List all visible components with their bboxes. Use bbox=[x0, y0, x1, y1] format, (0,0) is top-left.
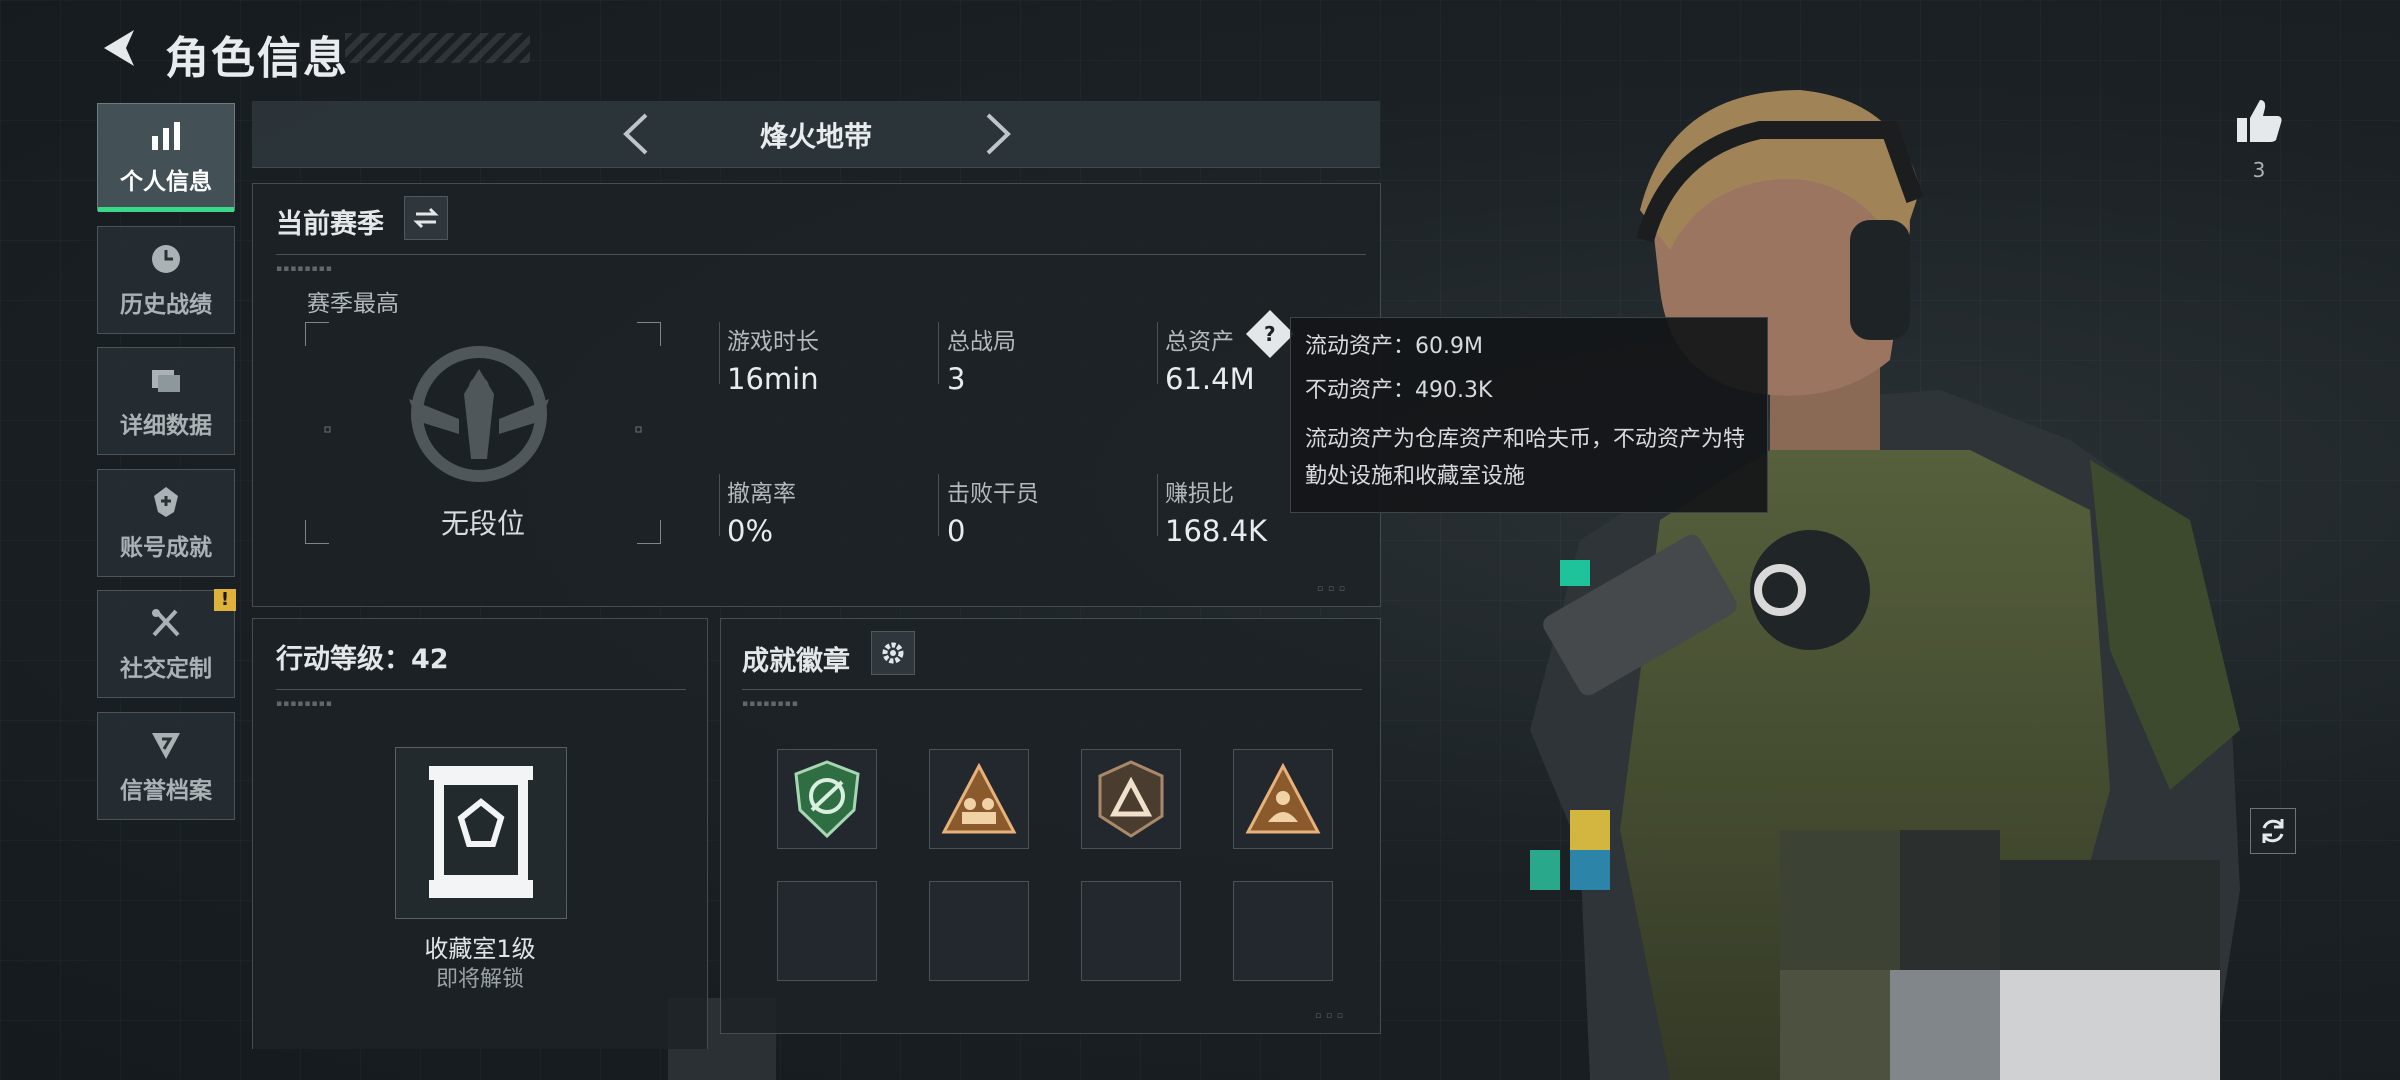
mode-selector: 烽火地带 bbox=[252, 101, 1380, 168]
team-badge-icon bbox=[941, 762, 1017, 834]
stat-value-profit-ratio: 168.4K bbox=[1165, 514, 1268, 548]
decor-marks: ▫ ▫ ▫ bbox=[1317, 584, 1347, 594]
badge-slot-empty[interactable] bbox=[1233, 881, 1333, 981]
vault-icon bbox=[429, 766, 533, 898]
season-best-label: 赛季最高 bbox=[307, 291, 399, 317]
switch-season-button[interactable] bbox=[404, 196, 448, 240]
mode-title: 烽火地带 bbox=[759, 120, 872, 153]
like-count: 3 bbox=[2252, 158, 2266, 182]
folder-icon bbox=[152, 370, 180, 392]
badge-slot[interactable] bbox=[929, 749, 1029, 849]
decor-marks: ▪▪▪▪▪▪▪▪ bbox=[276, 264, 333, 274]
stat-label-extract-rate: 撤离率 bbox=[727, 481, 796, 507]
pixelated-area bbox=[1900, 830, 2000, 970]
nav-label: 详细数据 bbox=[120, 413, 212, 439]
rotate-icon bbox=[2262, 819, 2284, 843]
reputation-icon bbox=[152, 733, 180, 759]
stat-divider bbox=[719, 322, 720, 384]
assets-description: 流动资产为仓库资产和哈夫币，不动资产为特勤处设施和收藏室设施 bbox=[1305, 427, 1746, 489]
history-icon bbox=[152, 245, 180, 273]
stat-value-kills: 0 bbox=[947, 514, 966, 548]
rank-emblem-icon bbox=[409, 346, 549, 482]
stat-label-total-assets: 总资产 bbox=[1165, 329, 1234, 355]
divider bbox=[276, 254, 1366, 255]
shield-badge-icon bbox=[794, 760, 860, 838]
tools-icon bbox=[152, 609, 180, 637]
nav-item-social[interactable]: 社交定制 ! bbox=[97, 589, 236, 698]
stat-value-playtime: 16min bbox=[727, 362, 819, 396]
pixelated-area bbox=[2000, 970, 2220, 1080]
soldier-badge-icon bbox=[1245, 762, 1321, 834]
stat-label-profit-ratio: 赚损比 bbox=[1165, 481, 1234, 507]
nav-label: 个人信息 bbox=[120, 169, 212, 195]
stat-divider bbox=[1157, 474, 1158, 536]
rotate-model-button[interactable] bbox=[2250, 808, 2296, 854]
badges-title: 成就徽章 bbox=[742, 646, 850, 677]
level-panel: 行动等级：42 ▪▪▪▪▪▪▪▪ 收藏室1级 即将解锁 bbox=[252, 618, 708, 1049]
nav-label: 账号成就 bbox=[120, 535, 212, 561]
badge-slot-empty[interactable] bbox=[1081, 881, 1181, 981]
badge-slot[interactable] bbox=[777, 749, 877, 849]
pixelated-area bbox=[1780, 970, 1890, 1080]
thumbs-up-icon[interactable] bbox=[2234, 96, 2284, 146]
vault-status: 即将解锁 bbox=[435, 967, 524, 992]
stat-label-playtime: 游戏时长 bbox=[727, 329, 819, 355]
badge-slot[interactable] bbox=[1081, 749, 1181, 849]
stat-divider bbox=[938, 322, 939, 384]
nav-item-personal-info[interactable]: 个人信息 bbox=[97, 103, 235, 212]
help-icon: ? bbox=[1264, 321, 1276, 346]
badges-panel: 成就徽章 ▪▪▪▪▪▪▪▪ ▫ ▫ ▫ bbox=[720, 618, 1381, 1034]
back-arrow-icon[interactable] bbox=[98, 26, 140, 70]
stat-value-matches: 3 bbox=[947, 362, 966, 396]
nav-item-achievements[interactable]: 账号成就 bbox=[97, 469, 235, 577]
gear-icon bbox=[882, 642, 904, 664]
liquid-assets-text: 流动资产：60.9M bbox=[1305, 334, 1483, 359]
decor-marks: ▪▪▪▪▪▪▪▪ bbox=[742, 699, 799, 709]
page-title: 角色信息 bbox=[165, 33, 349, 84]
stat-divider bbox=[938, 474, 939, 536]
badge-slot-empty[interactable] bbox=[777, 881, 877, 981]
vault-name: 收藏室1级 bbox=[424, 935, 536, 963]
divider bbox=[742, 689, 1362, 690]
divider bbox=[276, 689, 686, 690]
badge-slot-empty[interactable] bbox=[929, 881, 1029, 981]
help-button[interactable]: ? bbox=[1245, 309, 1295, 359]
vault-card[interactable] bbox=[395, 747, 567, 919]
title-decoration bbox=[345, 33, 530, 63]
stat-value-total-assets: 61.4M bbox=[1165, 362, 1255, 396]
nav-item-history[interactable]: 历史战绩 bbox=[97, 226, 235, 334]
notification-badge: ! bbox=[214, 589, 236, 611]
nav-label: 历史战绩 bbox=[120, 292, 212, 318]
rank-text: 无段位 bbox=[440, 507, 525, 540]
fixed-assets-text: 不动资产：490.3K bbox=[1305, 378, 1493, 403]
badge-slot[interactable] bbox=[1233, 749, 1333, 849]
badge-settings-button[interactable] bbox=[871, 631, 915, 675]
stat-divider bbox=[1157, 322, 1158, 384]
nav-item-reputation[interactable]: 信誉档案 bbox=[97, 712, 235, 820]
next-mode-arrow-icon[interactable] bbox=[972, 109, 1022, 159]
stat-value-extract-rate: 0% bbox=[727, 514, 774, 548]
nav-label: 信誉档案 bbox=[120, 778, 212, 804]
swap-icon bbox=[413, 207, 439, 229]
stat-label-kills: 击败干员 bbox=[947, 481, 1039, 507]
bar-chart-icon bbox=[152, 122, 180, 150]
decor-marks: ▫ ▫ ▫ bbox=[1315, 1011, 1345, 1021]
achievement-icon bbox=[154, 487, 178, 517]
triangle-badge-icon bbox=[1098, 760, 1164, 838]
season-panel: 当前赛季 ▪▪▪▪▪▪▪▪ 赛季最高 无段位 游戏时长 16min 总战局 3 … bbox=[252, 183, 1381, 607]
season-title: 当前赛季 bbox=[276, 209, 384, 240]
level-title: 行动等级：42 bbox=[276, 644, 449, 675]
nav-item-detailed-data[interactable]: 详细数据 bbox=[97, 347, 235, 455]
stat-divider bbox=[719, 474, 720, 536]
pixelated-area bbox=[2000, 860, 2220, 970]
assets-tooltip: 流动资产：60.9M 不动资产：490.3K 流动资产为仓库资产和哈夫币，不动资… bbox=[1290, 317, 1768, 513]
pixelated-area bbox=[1780, 830, 1900, 970]
stat-label-matches: 总战局 bbox=[947, 329, 1016, 355]
pixelated-area bbox=[1890, 970, 2000, 1080]
decor-marks: ▪▪▪▪▪▪▪▪ bbox=[276, 699, 333, 709]
nav-label: 社交定制 bbox=[120, 656, 212, 682]
